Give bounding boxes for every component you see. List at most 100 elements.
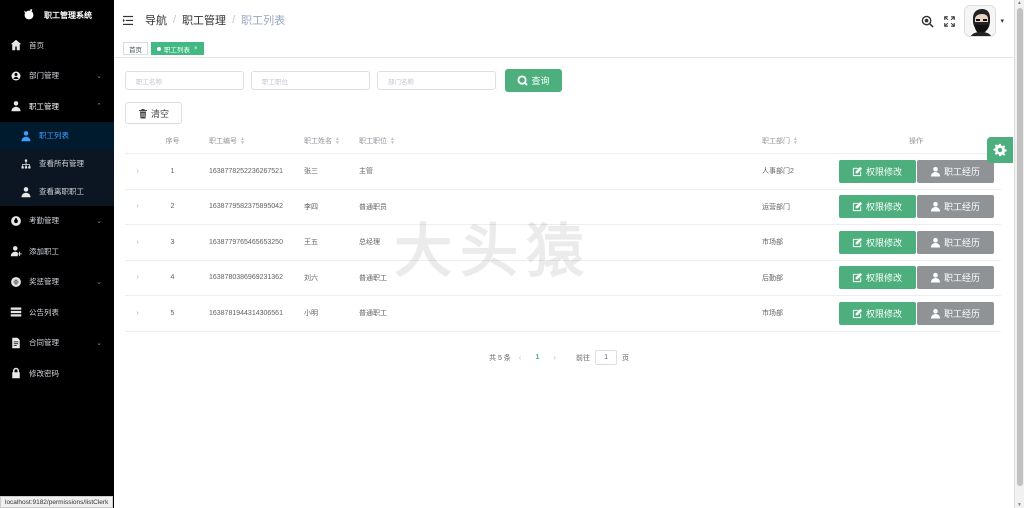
cell-id: 1638779765465653250: [209, 238, 283, 246]
app-logo: 职工管理系统: [0, 0, 114, 30]
settings-button[interactable]: [987, 137, 1013, 163]
sidebar-item-label: 修改密码: [29, 368, 59, 378]
work-history-button[interactable]: 职工经历: [916, 230, 994, 254]
col-name[interactable]: 职工姓名 ▲ ▼: [304, 136, 359, 146]
sidebar-item-label: 职工列表: [39, 131, 69, 140]
sidebar-item-add-staff[interactable]: 添加职工: [0, 236, 114, 267]
expand-icon[interactable]: ›: [125, 168, 150, 175]
cell-name: 刘六: [304, 274, 318, 282]
chevron-down-icon: ⌄: [96, 339, 102, 347]
dept-icon: [10, 70, 22, 82]
org-icon: [20, 158, 32, 170]
user-icon: [930, 202, 941, 212]
table-row: › 1 1638778252236267521 张三 主管 人事部门2 权限修改…: [125, 154, 1001, 190]
page-number[interactable]: 1: [535, 354, 539, 361]
work-history-button[interactable]: 职工经历: [916, 266, 994, 290]
work-history-button[interactable]: 职工经历: [916, 301, 994, 325]
edit-permission-button[interactable]: 权限修改: [838, 266, 916, 290]
breadcrumb-current: 职工列表: [241, 15, 286, 27]
search-icon: [517, 75, 529, 86]
sidebar-item-staff[interactable]: 职工管理 ⌃: [0, 91, 114, 122]
home-icon: [10, 39, 22, 51]
edit-icon: [852, 273, 863, 283]
sidebar-item-password[interactable]: 修改密码: [0, 358, 114, 389]
col-position[interactable]: 职工职位 ▲ ▼: [359, 136, 762, 146]
sidebar-item-reward[interactable]: 奖惩管理 ⌄: [0, 267, 114, 298]
clear-button[interactable]: 清空: [125, 102, 182, 124]
caret-down-icon[interactable]: ▾: [1000, 17, 1004, 25]
avatar[interactable]: [964, 5, 997, 37]
staff-name-input[interactable]: 职工名称: [125, 71, 244, 90]
expand-icon[interactable]: ›: [125, 310, 150, 317]
table-row: › 5 1638781944314306561 小明 普通职工 市场部 权限修改…: [125, 296, 1001, 332]
user-icon: [20, 186, 32, 198]
edit-permission-button[interactable]: 权限修改: [838, 230, 916, 254]
sort-icon[interactable]: ▲ ▼: [240, 137, 245, 146]
sort-icon[interactable]: ▲ ▼: [335, 137, 340, 146]
cell-name: 张三: [304, 168, 318, 176]
vertical-scrollbar[interactable]: ▲ ▼: [1014, 0, 1024, 508]
edit-permission-button[interactable]: 权限修改: [838, 195, 916, 219]
cell-id: 1638780386969231362: [209, 274, 283, 282]
user-icon: [930, 237, 941, 248]
user-icon: [930, 308, 941, 319]
expand-icon[interactable]: ›: [125, 274, 150, 281]
search-icon[interactable]: [920, 14, 934, 28]
page-jump-input[interactable]: 1: [595, 350, 618, 365]
sort-icon[interactable]: ▲ ▼: [390, 137, 395, 146]
col-dept[interactable]: 职工部门 ▲ ▼: [762, 136, 831, 146]
sidebar: 职工管理系统 首页 部门管理 ⌄ 职工管理 ⌃ 职工列表 查看所有管理 查看离职…: [0, 0, 114, 508]
cell-name: 王五: [304, 239, 318, 247]
edit-permission-button[interactable]: 权限修改: [838, 159, 916, 183]
cell-dept: 运营部门: [762, 203, 790, 211]
scroll-down-icon[interactable]: ▼: [1017, 502, 1022, 508]
edit-icon: [852, 308, 863, 318]
fullscreen-icon[interactable]: [942, 14, 956, 28]
col-id[interactable]: 职工编号 ▲ ▼: [195, 136, 304, 146]
hamburger-icon[interactable]: [123, 14, 135, 26]
cell-no: 3: [170, 238, 175, 246]
expand-icon[interactable]: ›: [125, 203, 150, 210]
scrollbar-thumb[interactable]: [1017, 8, 1023, 486]
breadcrumb-item[interactable]: 职工管理: [182, 12, 226, 28]
breadcrumb-item[interactable]: 导航: [145, 12, 167, 28]
table-row: › 2 1638779582375895042 李四 普通职员 运营部门 权限修…: [125, 190, 1001, 225]
cell-dept: 市场部: [762, 310, 783, 318]
chevron-down-icon: ⌄: [96, 217, 102, 225]
staff-position-input[interactable]: 职工职位: [251, 71, 370, 90]
sidebar-item-staff-list[interactable]: 职工列表: [0, 121, 114, 150]
sidebar-item-label: 查看所有管理: [39, 159, 84, 168]
work-history-button[interactable]: 职工经历: [916, 195, 994, 219]
sidebar-item-label: 公告列表: [29, 307, 59, 317]
close-icon[interactable]: ×: [194, 46, 198, 52]
active-dot-icon: [157, 46, 161, 51]
user-icon: [930, 273, 941, 283]
sidebar-item-dept[interactable]: 部门管理 ⌄: [0, 61, 114, 92]
sidebar-item-resigned[interactable]: 查看离职职工: [0, 178, 114, 206]
edit-icon: [852, 237, 863, 247]
sidebar-item-all-managers[interactable]: 查看所有管理: [0, 150, 114, 178]
sort-icon[interactable]: ▲ ▼: [793, 137, 798, 146]
prev-page-icon[interactable]: ‹: [519, 353, 522, 362]
sidebar-item-contract[interactable]: 合同管理 ⌄: [0, 328, 114, 359]
sidebar-item-label: 奖惩管理: [29, 277, 59, 287]
cell-name: 李四: [304, 203, 318, 211]
expand-icon[interactable]: ›: [125, 239, 150, 246]
tag-staff-list[interactable]: 职工列表 ×: [151, 42, 204, 55]
query-button[interactable]: 查询: [505, 69, 562, 92]
edit-permission-button[interactable]: 权限修改: [838, 301, 916, 325]
table-row: › 3 1638779765465653250 王五 总经理 市场部 权限修改 …: [125, 225, 1001, 261]
cell-no: 5: [170, 309, 175, 317]
sidebar-item-home[interactable]: 首页: [0, 30, 114, 61]
tag-home[interactable]: 首页: [123, 42, 148, 55]
chevron-down-icon: ⌄: [96, 278, 102, 286]
dept-name-input[interactable]: 部门名称: [377, 71, 496, 90]
work-history-button[interactable]: 职工经历: [916, 159, 994, 183]
cell-name: 小明: [304, 310, 318, 318]
scroll-up-icon[interactable]: ▲: [1017, 0, 1022, 6]
sidebar-item-attendance[interactable]: 考勤管理 ⌄: [0, 206, 114, 237]
next-page-icon[interactable]: ›: [553, 353, 556, 362]
sidebar-item-label: 查看离职职工: [39, 187, 84, 196]
sidebar-item-notice[interactable]: 公告列表: [0, 297, 114, 328]
status-url: localhost:9182/permissions/listClerk: [0, 496, 114, 508]
